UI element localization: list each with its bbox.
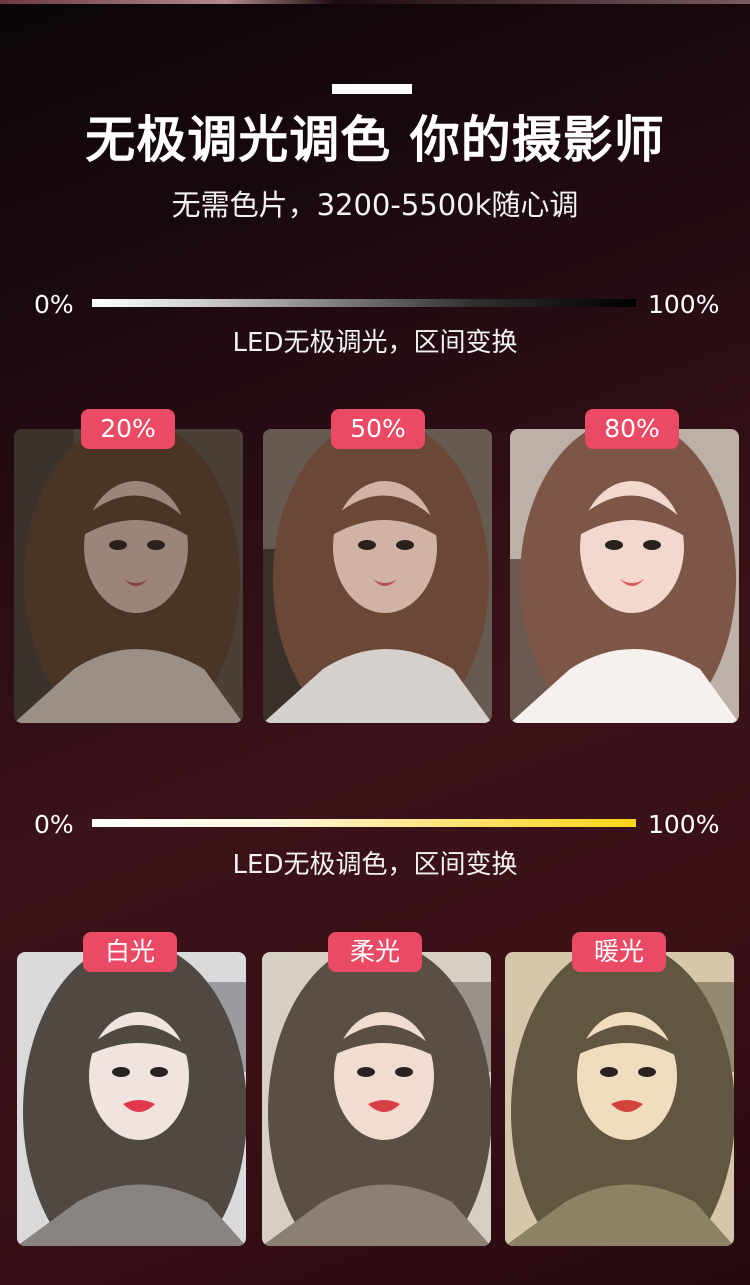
dimming-gradient-bar: [92, 299, 636, 307]
color-max-label: 100%: [648, 810, 720, 839]
color-badge-soft: 柔光: [328, 932, 422, 972]
dimming-badge-80: 80%: [585, 409, 679, 449]
color-badge-warm: 暖光: [572, 932, 666, 972]
dimming-photo-80: [510, 429, 739, 723]
subheadline: 无需色片，3200-5500k随心调: [171, 188, 579, 222]
headline: 无极调光调色 你的摄影师: [85, 111, 665, 169]
color-temperature-gradient-bar: [92, 819, 636, 827]
dimming-photo-50: [263, 429, 492, 723]
color-badge-white: 白光: [83, 932, 177, 972]
dimming-caption: LED无极调光，区间变换: [232, 328, 518, 358]
title-accent-bar: [332, 84, 412, 94]
dimming-min-label: 0%: [34, 290, 74, 319]
top-decorative-strip: [0, 0, 750, 4]
color-photo-warm: [505, 952, 734, 1246]
color-photo-soft: [262, 952, 491, 1246]
dimming-photo-20: [14, 429, 243, 723]
color-photo-white: [17, 952, 246, 1246]
color-caption: LED无极调色，区间变换: [232, 850, 518, 880]
dimming-badge-20: 20%: [81, 409, 175, 449]
color-min-label: 0%: [34, 810, 74, 839]
dimming-badge-50: 50%: [331, 409, 425, 449]
dimming-max-label: 100%: [648, 290, 720, 319]
